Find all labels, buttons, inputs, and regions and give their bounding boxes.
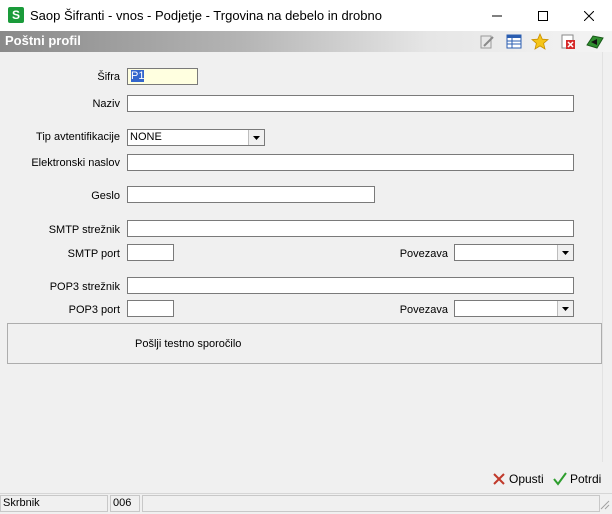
cancel-label: Opusti [509,472,544,486]
sifra-value: P1 [131,70,145,82]
send-test-message-button[interactable]: Pošlji testno sporočilo [7,323,602,364]
window-title: Saop Šifranti - vnos - Podjetje - Trgovi… [30,8,382,23]
title-bar: S Saop Šifranti - vnos - Podjetje - Trgo… [0,0,612,31]
resize-grip-icon[interactable] [600,500,610,510]
naziv-label: Naziv [92,98,120,110]
chevron-down-icon[interactable] [248,130,264,145]
app-window: S Saop Šifranti - vnos - Podjetje - Trgo… [0,0,612,514]
table-view-icon[interactable] [505,33,523,50]
elektronski-naslov-field[interactable] [127,154,574,171]
pop3-streznik-field[interactable] [127,277,574,294]
confirm-check-icon [553,472,567,486]
smtp-povezava-select[interactable] [454,244,574,261]
exit-door-icon[interactable] [585,33,604,50]
sifra-field[interactable]: P1 [127,68,198,85]
tip-avtentifikacije-label: Tip avtentifikacije [36,131,120,143]
naziv-field[interactable] [127,95,574,112]
close-button[interactable] [566,0,612,31]
confirm-label: Potrdi [570,472,602,486]
smtp-povezava-label: Povezava [399,248,448,260]
favorite-star-icon[interactable] [530,33,550,50]
close-icon [584,10,594,21]
smtp-streznik-field[interactable] [127,220,574,237]
saop-app-icon: S [8,7,24,23]
edit-pencil-icon[interactable] [478,33,496,50]
geslo-field[interactable] [127,186,375,203]
smtp-streznik-label: SMTP strežnik [48,224,120,236]
pop3-povezava-label: Povezava [399,304,448,316]
status-code: 006 [110,495,140,512]
send-test-message-label: Pošlji testno sporočilo [135,338,242,350]
delete-document-icon[interactable] [559,33,577,50]
status-message [142,495,600,512]
cancel-button[interactable]: Opusti [492,470,544,488]
pop3-port-label: POP3 port [68,304,120,316]
form-right-edge [602,52,603,462]
minimize-button[interactable] [474,0,520,31]
form-title: Poštni profil [5,33,81,48]
maximize-button[interactable] [520,0,566,31]
status-bar: Skrbnik 006 [0,493,612,514]
chevron-down-icon[interactable] [557,245,573,260]
status-user: Skrbnik [0,495,108,512]
pop3-povezava-select[interactable] [454,300,574,317]
tip-avtentifikacije-select[interactable]: NONE [127,129,265,146]
profile-form: Šifra P1 Naziv Tip avtentifikacije NONE … [0,52,612,462]
form-header-bar: Poštni profil [0,31,612,52]
minimize-icon [492,15,502,16]
cancel-x-icon [493,473,505,485]
chevron-down-icon[interactable] [557,301,573,316]
elektronski-naslov-label: Elektronski naslov [31,157,120,169]
smtp-port-field[interactable] [127,244,174,261]
pop3-port-field[interactable] [127,300,174,317]
smtp-port-label: SMTP port [67,248,120,260]
confirm-button[interactable]: Potrdi [553,470,601,488]
pop3-streznik-label: POP3 strežnik [49,281,120,293]
geslo-label: Geslo [91,190,120,202]
maximize-icon [538,10,548,21]
tip-avtentifikacije-value: NONE [130,131,162,143]
sifra-label: Šifra [97,71,120,83]
